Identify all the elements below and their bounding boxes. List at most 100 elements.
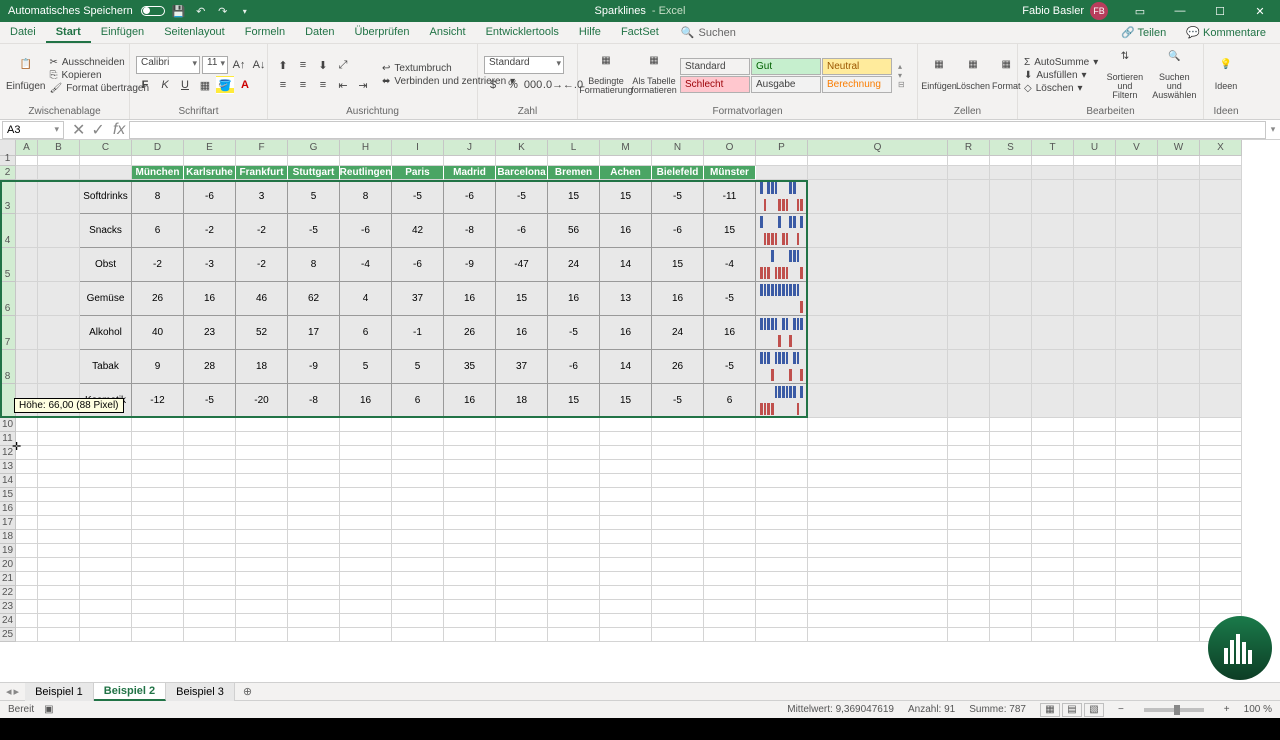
col-header[interactable]: T — [1032, 140, 1074, 156]
cell[interactable] — [704, 446, 756, 460]
cell[interactable] — [444, 572, 496, 586]
cell[interactable]: -6 — [496, 214, 548, 248]
cell[interactable] — [808, 628, 948, 642]
cell[interactable]: -5 — [652, 384, 704, 418]
cell[interactable] — [1158, 156, 1200, 166]
cell[interactable] — [756, 502, 808, 516]
ribbon-tab-einfügen[interactable]: Einfügen — [91, 22, 154, 43]
cell[interactable] — [288, 446, 340, 460]
cell[interactable] — [600, 614, 652, 628]
cell[interactable] — [16, 282, 38, 316]
cell[interactable] — [80, 544, 132, 558]
cell[interactable] — [80, 614, 132, 628]
cell[interactable] — [948, 316, 990, 350]
cell[interactable] — [496, 446, 548, 460]
ribbon-tab-start[interactable]: Start — [46, 22, 91, 43]
cell[interactable] — [704, 558, 756, 572]
cell[interactable]: -5 — [548, 316, 600, 350]
cell[interactable] — [756, 530, 808, 544]
indent-inc-icon[interactable]: ⇥ — [354, 76, 372, 94]
cell[interactable] — [548, 488, 600, 502]
cell[interactable]: 62 — [288, 282, 340, 316]
cell[interactable] — [600, 628, 652, 642]
cell[interactable]: 15 — [600, 384, 652, 418]
cell[interactable] — [444, 530, 496, 544]
row-header[interactable]: 15 — [0, 488, 16, 502]
cell[interactable] — [652, 516, 704, 530]
cell[interactable]: 15 — [704, 214, 756, 248]
cell[interactable]: -6 — [444, 180, 496, 214]
cell[interactable]: -3 — [184, 248, 236, 282]
cell[interactable] — [756, 586, 808, 600]
cell[interactable] — [652, 418, 704, 432]
expand-formula-bar-icon[interactable]: ▾ — [1266, 124, 1280, 135]
cell[interactable] — [80, 432, 132, 446]
find-select-button[interactable]: 🔍Suchen und Auswählen — [1152, 47, 1197, 103]
cell[interactable] — [990, 248, 1032, 282]
cell[interactable] — [1116, 530, 1158, 544]
cell[interactable] — [38, 614, 80, 628]
cell[interactable] — [288, 586, 340, 600]
cell[interactable] — [1200, 460, 1242, 474]
cell[interactable] — [600, 544, 652, 558]
cell[interactable] — [1158, 460, 1200, 474]
cell[interactable] — [288, 572, 340, 586]
cell[interactable] — [1116, 282, 1158, 316]
cell[interactable] — [496, 544, 548, 558]
autosum-button[interactable]: Σ AutoSumme ▾ — [1024, 57, 1098, 68]
cell[interactable] — [38, 628, 80, 642]
italic-button[interactable]: K — [156, 76, 174, 94]
cell[interactable] — [1200, 384, 1242, 418]
cell[interactable] — [288, 488, 340, 502]
cell[interactable] — [184, 614, 236, 628]
cell[interactable] — [496, 460, 548, 474]
cell-style-ausgabe[interactable]: Ausgabe — [751, 76, 821, 93]
cell[interactable] — [1158, 586, 1200, 600]
cell[interactable]: Achen — [600, 166, 652, 180]
cell[interactable] — [38, 586, 80, 600]
cell[interactable] — [808, 432, 948, 446]
close-icon[interactable]: ✕ — [1240, 0, 1280, 22]
cell[interactable]: 6 — [704, 384, 756, 418]
cell[interactable] — [16, 628, 38, 642]
cell[interactable] — [1074, 558, 1116, 572]
bold-button[interactable]: F — [136, 76, 154, 94]
cell[interactable] — [496, 572, 548, 586]
cell[interactable] — [80, 572, 132, 586]
cell[interactable] — [990, 180, 1032, 214]
cell[interactable] — [392, 432, 444, 446]
cell[interactable] — [184, 460, 236, 474]
cell[interactable] — [132, 432, 184, 446]
cell[interactable] — [948, 460, 990, 474]
cell[interactable] — [1074, 614, 1116, 628]
cell[interactable] — [704, 600, 756, 614]
cell[interactable]: 8 — [340, 180, 392, 214]
cell[interactable] — [38, 530, 80, 544]
tab-nav-next-icon[interactable]: ▸ — [14, 685, 20, 698]
cell[interactable] — [548, 544, 600, 558]
cell[interactable] — [990, 350, 1032, 384]
col-header[interactable]: M — [600, 140, 652, 156]
cell[interactable] — [1200, 544, 1242, 558]
enter-formula-icon[interactable]: ✓ — [91, 120, 104, 140]
cell-style-gut[interactable]: Gut — [751, 58, 821, 75]
cell[interactable]: 23 — [184, 316, 236, 350]
cell[interactable] — [1074, 350, 1116, 384]
cell[interactable]: 16 — [340, 384, 392, 418]
cell[interactable] — [1200, 586, 1242, 600]
cell[interactable] — [444, 474, 496, 488]
cell[interactable] — [1158, 248, 1200, 282]
cell[interactable] — [948, 600, 990, 614]
cell[interactable] — [808, 248, 948, 282]
cell[interactable] — [184, 530, 236, 544]
cell[interactable] — [1116, 350, 1158, 384]
cell[interactable] — [1158, 544, 1200, 558]
cell[interactable] — [184, 600, 236, 614]
accounting-format-icon[interactable]: $ — [484, 76, 502, 94]
cell[interactable] — [652, 544, 704, 558]
row-header[interactable]: 8 — [0, 350, 16, 384]
cell[interactable] — [548, 628, 600, 642]
styles-scroll-up-icon[interactable]: ▴ — [898, 62, 905, 71]
cell[interactable] — [704, 544, 756, 558]
styles-scroll-down-icon[interactable]: ▾ — [898, 71, 905, 80]
